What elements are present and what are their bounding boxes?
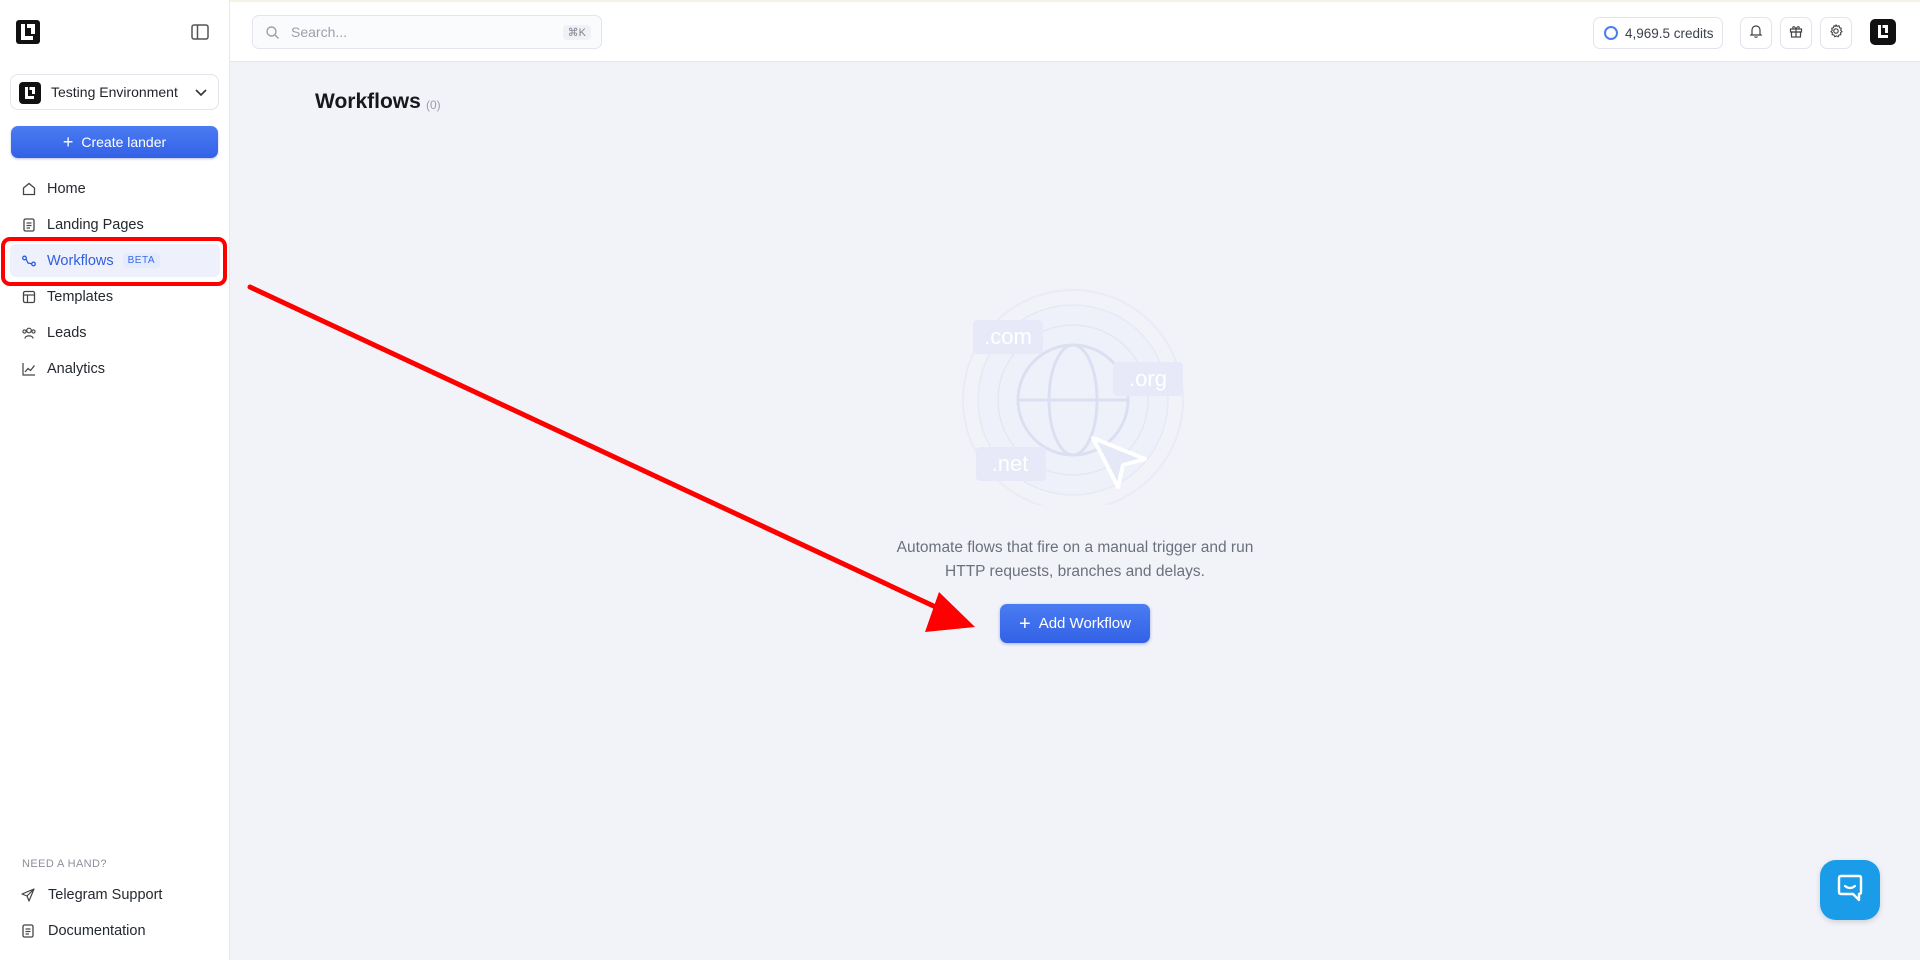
empty-state-illustration: .com .org .net xyxy=(962,289,1184,505)
com-tag-label: .com xyxy=(984,324,1032,349)
gear-icon xyxy=(1828,23,1844,44)
telegram-support-label: Telegram Support xyxy=(48,887,163,903)
document-icon xyxy=(20,922,38,940)
sidebar-header xyxy=(0,0,230,62)
workflow-icon xyxy=(20,252,38,270)
sidebar-item-workflows[interactable]: Workflows BETA xyxy=(10,244,220,277)
empty-state-line-2: HTTP requests, branches and delays. xyxy=(945,563,1205,580)
chart-icon xyxy=(20,360,38,378)
settings-button[interactable] xyxy=(1820,17,1852,49)
chat-icon xyxy=(1835,874,1865,907)
sidebar-item-label: Landing Pages xyxy=(47,216,144,233)
sidebar-item-label: Analytics xyxy=(47,360,106,377)
user-avatar[interactable] xyxy=(1870,19,1896,45)
credits-badge[interactable]: 4,969.5 credits xyxy=(1593,17,1723,49)
environment-select[interactable]: Testing Environment xyxy=(10,74,219,110)
empty-state-text: Automate flows that fire on a manual tri… xyxy=(850,536,1300,584)
environment-label: Testing Environment xyxy=(51,84,178,100)
telegram-support-link[interactable]: Telegram Support xyxy=(20,880,162,910)
sidebar-item-label: Workflows xyxy=(47,252,114,269)
sidebar-item-landing-pages[interactable]: Landing Pages xyxy=(10,208,220,241)
documentation-link[interactable]: Documentation xyxy=(20,916,146,946)
sidebar-item-home[interactable]: Home xyxy=(10,172,220,205)
layout-icon xyxy=(20,288,38,306)
sidebar-toggle-icon[interactable] xyxy=(190,23,210,41)
create-lander-button[interactable]: + Create lander xyxy=(11,126,218,158)
help-section-title: NEED A HAND? xyxy=(22,858,107,870)
plus-icon: + xyxy=(62,132,74,152)
sidebar: Testing Environment + Create lander Home… xyxy=(0,0,230,960)
home-icon xyxy=(20,180,38,198)
sidebar-item-analytics[interactable]: Analytics xyxy=(10,352,220,385)
sidebar-item-leads[interactable]: Leads xyxy=(10,316,220,349)
credits-ring-icon xyxy=(1604,26,1618,40)
bell-icon xyxy=(1748,23,1764,44)
gift-icon xyxy=(1788,23,1804,44)
gifts-button[interactable] xyxy=(1780,17,1812,49)
plus-icon: + xyxy=(1019,612,1031,635)
search-input[interactable] xyxy=(291,22,531,42)
send-icon xyxy=(20,886,38,904)
search-icon xyxy=(265,25,280,45)
search-box[interactable]: ⌘K xyxy=(252,15,602,49)
environment-avatar xyxy=(19,82,41,104)
document-icon xyxy=(20,216,38,234)
credits-label: 4,969.5 credits xyxy=(1625,25,1714,41)
support-chat-button[interactable] xyxy=(1820,860,1880,920)
create-lander-label: Create lander xyxy=(81,134,167,150)
sidebar-nav: Home Landing Pages Workflows BETA Templa… xyxy=(10,172,220,388)
notifications-button[interactable] xyxy=(1740,17,1772,49)
org-tag-label: .org xyxy=(1129,366,1167,391)
sidebar-item-label: Leads xyxy=(47,324,87,341)
beta-badge: BETA xyxy=(122,253,160,268)
chevron-down-icon xyxy=(194,85,208,104)
add-workflow-label: Add Workflow xyxy=(1038,615,1131,632)
app-logo[interactable] xyxy=(16,20,40,44)
workflow-count: (0) xyxy=(426,98,441,112)
net-tag-label: .net xyxy=(992,451,1029,476)
empty-state-line-1: Automate flows that fire on a manual tri… xyxy=(896,539,1254,556)
top-bar: ⌘K 4,969.5 credits xyxy=(230,0,1920,62)
add-workflow-button[interactable]: + Add Workflow xyxy=(1000,604,1150,643)
documentation-label: Documentation xyxy=(48,923,146,939)
search-shortcut: ⌘K xyxy=(562,25,591,40)
page-title: Workflows xyxy=(315,90,421,113)
sidebar-item-templates[interactable]: Templates xyxy=(10,280,220,313)
users-icon xyxy=(20,324,38,342)
sidebar-item-label: Templates xyxy=(47,288,114,305)
sidebar-item-label: Home xyxy=(47,180,86,197)
